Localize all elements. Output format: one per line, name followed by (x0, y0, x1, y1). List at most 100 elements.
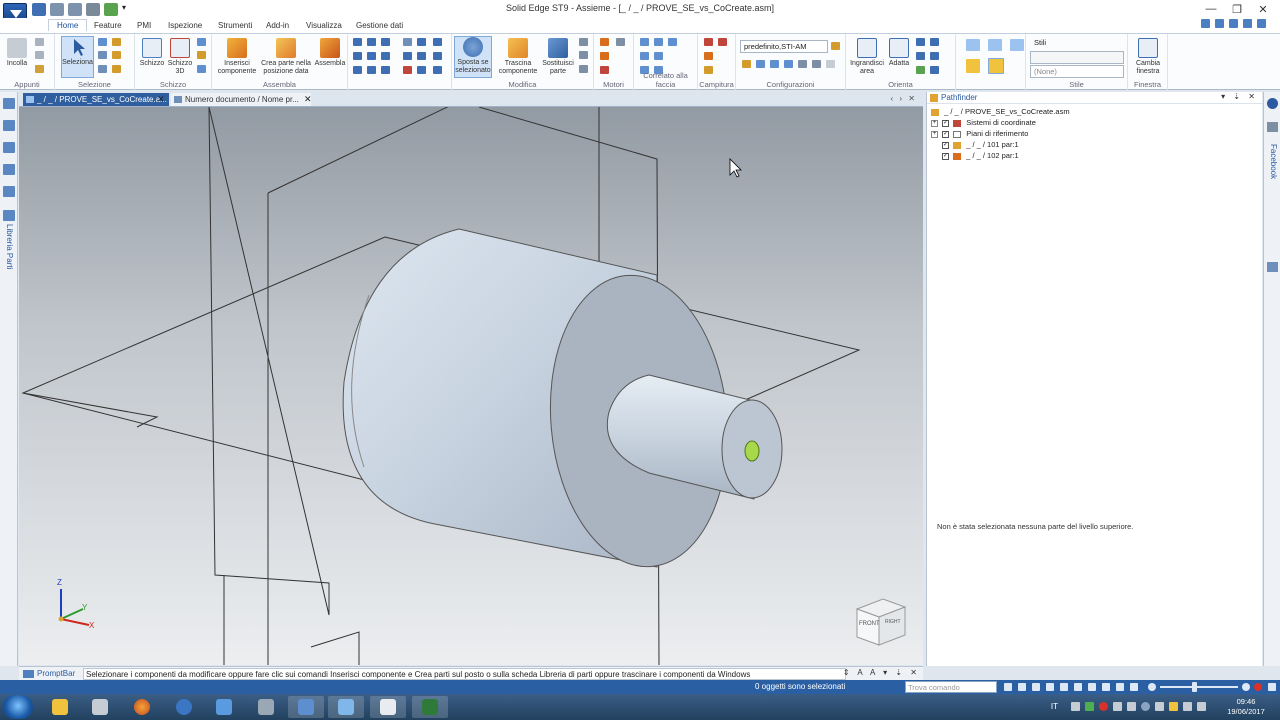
fit-button[interactable]: Adatta (886, 38, 912, 68)
wireframe-view-icon[interactable] (966, 39, 980, 51)
tab-feature[interactable]: Feature (86, 20, 130, 31)
modify-options-icon[interactable] (579, 65, 588, 73)
motor-linear-icon[interactable] (600, 66, 609, 74)
cam-icon[interactable] (367, 52, 376, 60)
facebook-tab-icon[interactable] (1267, 122, 1278, 132)
status-icon-6[interactable] (1074, 683, 1082, 691)
grid-icon[interactable] (433, 38, 442, 46)
move-selected-button[interactable]: Sposta se selezionato (454, 36, 492, 78)
shaded-view-icon[interactable] (966, 59, 980, 73)
tab-scroll-arrows[interactable]: ‹ › ✕ (891, 94, 917, 103)
zoom-in-icon[interactable] (1242, 683, 1250, 691)
line-icon[interactable] (197, 38, 206, 46)
copy-icon[interactable] (35, 51, 44, 59)
status-icon-5[interactable] (1060, 683, 1068, 691)
select-tool-button[interactable]: Seleziona (61, 36, 94, 78)
visibility-checkbox[interactable]: ✓ (942, 141, 949, 149)
properties-tab-icon[interactable] (3, 186, 15, 197)
assemble-button[interactable]: Assembla (314, 38, 346, 68)
facebook-panel-label[interactable]: Facebook (1269, 144, 1278, 179)
tab-home[interactable]: Home (48, 19, 88, 31)
zoom-out-icon[interactable] (1148, 683, 1156, 691)
status-icon-8[interactable] (1102, 683, 1110, 691)
language-indicator[interactable]: IT (1051, 702, 1058, 711)
status-icon-end[interactable] (1268, 683, 1276, 691)
taskbar-explorer[interactable] (42, 696, 78, 718)
arc-icon[interactable] (197, 51, 206, 59)
help-icon[interactable] (1201, 19, 1210, 28)
document-tab-assembly[interactable]: _ / _ / PROVE_SE_vs_CoCreate.a... (23, 93, 169, 106)
ground-icon[interactable] (367, 66, 376, 74)
taskbar-solid-edge[interactable] (206, 696, 242, 718)
taskbar-app-2[interactable] (82, 696, 118, 718)
hidden-edges-view-icon[interactable] (1010, 39, 1024, 51)
clock[interactable]: 09:46 19/06/2017 (1220, 697, 1272, 717)
face-relate-1-icon[interactable] (640, 38, 649, 46)
status-icon-4[interactable] (1046, 683, 1054, 691)
insert-component-button[interactable]: Inserisci componente (216, 38, 258, 76)
help-tab-icon[interactable] (1267, 98, 1278, 109)
shaded-edges-view-icon[interactable] (988, 58, 1004, 74)
help-tab-icon[interactable] (3, 164, 15, 175)
document-tab-properties[interactable]: Numero documento / Nome pr... (171, 93, 311, 106)
config-4-icon[interactable] (784, 60, 793, 68)
config-manager-icon[interactable] (831, 42, 840, 50)
rotate-icon[interactable] (916, 52, 925, 60)
parallel-icon[interactable] (403, 52, 412, 60)
switch-window-button[interactable]: Cambia finestra (1130, 38, 1166, 76)
pencil-icon[interactable] (197, 65, 206, 73)
center-plane-icon[interactable] (417, 52, 426, 60)
config-6-icon[interactable] (812, 60, 821, 68)
tray-icon-2[interactable] (1085, 702, 1094, 711)
tray-icon-8[interactable] (1169, 702, 1178, 711)
modify-list-icon[interactable] (579, 38, 588, 46)
sketch-view-icon[interactable] (930, 66, 939, 74)
visibility-checkbox[interactable]: ✓ (942, 152, 949, 160)
tray-icon-1[interactable] (1071, 702, 1080, 711)
style-select-2[interactable]: (None) (1030, 65, 1124, 78)
planar-align-icon[interactable] (367, 38, 376, 46)
face-relate-4-icon[interactable] (640, 52, 649, 60)
taskbar-app-9[interactable] (370, 696, 406, 718)
config-1-icon[interactable] (742, 60, 751, 68)
modify-table-icon[interactable] (579, 51, 588, 59)
parts-library-tab-icon[interactable] (3, 210, 15, 221)
start-button[interactable] (3, 695, 33, 719)
relation-assistant-icon[interactable] (417, 66, 426, 74)
taskbar-app-8[interactable] (328, 696, 364, 718)
cut-icon[interactable] (35, 38, 44, 46)
simulate-motor-icon[interactable] (616, 38, 625, 46)
tray-icon-6[interactable] (1141, 702, 1150, 711)
config-5-icon[interactable] (798, 60, 807, 68)
tab-pmi[interactable]: PMI (129, 20, 159, 31)
status-icon-3[interactable] (1032, 683, 1040, 691)
document-tab-close[interactable]: ✕ (304, 94, 312, 105)
config-2-icon[interactable] (756, 60, 765, 68)
style-select-1[interactable] (1030, 51, 1124, 64)
document-tab-close[interactable]: ✕ (157, 94, 165, 105)
config-3-icon[interactable] (770, 60, 779, 68)
doc-minimize-icon[interactable] (1229, 19, 1238, 28)
format-painter-icon[interactable] (35, 65, 44, 73)
shaft-hole[interactable] (744, 440, 760, 462)
fastener-icon[interactable] (704, 66, 713, 74)
zoom-icon[interactable] (916, 38, 925, 46)
flash-fit-icon[interactable] (403, 66, 412, 74)
status-icon-1[interactable] (1004, 683, 1012, 691)
angle-icon[interactable] (417, 38, 426, 46)
tab-gestione-dati[interactable]: Gestione dati (348, 20, 411, 31)
match-coord-icon[interactable] (433, 52, 442, 60)
minimize-button[interactable]: — (1198, 0, 1224, 18)
tab-visualizza[interactable]: Visualizza (298, 20, 350, 31)
zoom-slider[interactable] (1160, 686, 1238, 688)
pathfinder-tab-icon[interactable] (3, 98, 15, 109)
paste-button[interactable]: Incolla (4, 38, 30, 68)
tray-icon-5[interactable] (1127, 702, 1136, 711)
volume-icon[interactable] (1197, 702, 1206, 711)
tree-item-part-102[interactable]: ✓ _ / _ / 102 par:1 (942, 151, 1019, 161)
tab-strumenti[interactable]: Strumenti (210, 20, 260, 31)
pan-icon[interactable] (930, 38, 939, 46)
drag-component-button[interactable]: Trascina componente (496, 38, 540, 76)
graphics-viewport[interactable]: Z Y X FRONT RIGHT (19, 107, 923, 665)
taskbar-app-7[interactable] (288, 696, 324, 718)
